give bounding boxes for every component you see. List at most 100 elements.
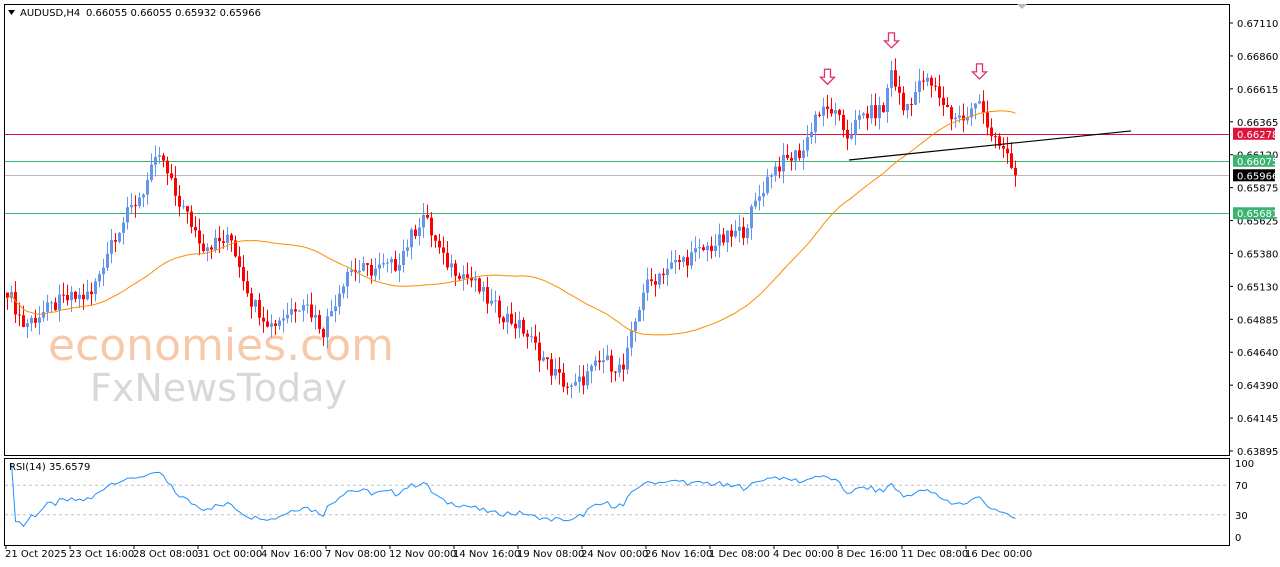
candle-body	[318, 314, 321, 330]
x-tick-label: 12 Nov 00:00	[389, 549, 456, 560]
candle-body	[202, 243, 205, 252]
candle-body	[618, 364, 621, 373]
candle-body	[854, 119, 857, 135]
candle-body	[942, 97, 945, 105]
candle-body	[922, 80, 925, 82]
candle-body	[534, 336, 537, 343]
x-tick-label: 19 Nov 08:00	[517, 549, 584, 560]
candle-body	[526, 333, 529, 337]
candle-body	[882, 105, 885, 113]
candle-body	[602, 360, 605, 363]
candle-body	[550, 359, 553, 376]
rsi-tick-label: 30	[1235, 511, 1248, 522]
candle-body	[746, 228, 749, 238]
candle-body	[98, 274, 101, 282]
candle-body	[546, 357, 549, 360]
candle-body	[906, 103, 909, 111]
candle-body	[886, 87, 889, 113]
candle-body	[554, 369, 557, 376]
watermark-economies: economies.com	[48, 320, 394, 371]
candle-body	[694, 248, 697, 253]
background	[0, 0, 1280, 567]
candle-body	[358, 270, 361, 273]
candle-body	[914, 91, 917, 105]
y-tick-label: 0.66615	[1237, 85, 1278, 96]
x-tick-label: 4 Dec 00:00	[773, 549, 834, 560]
candle-body	[442, 247, 445, 253]
candle-body	[122, 222, 125, 233]
candle	[478, 277, 481, 294]
y-tick-label: 0.65130	[1237, 282, 1278, 293]
candle-body	[182, 206, 185, 208]
candle-body	[370, 264, 373, 276]
candle-body	[134, 205, 137, 207]
candle-body	[878, 105, 881, 119]
candle-body	[990, 127, 993, 137]
candle-body	[82, 294, 85, 300]
watermark: economies.com FxNewsToday	[48, 320, 394, 410]
candle-body	[170, 173, 173, 179]
candle-body	[138, 197, 141, 206]
x-tick-label: 1 Dec 08:00	[709, 549, 770, 560]
candle-body	[186, 206, 189, 212]
candle-body	[454, 263, 457, 276]
candle-body	[270, 323, 273, 327]
candle-body	[766, 176, 769, 193]
candle-body	[670, 262, 673, 269]
candle-body	[754, 200, 757, 207]
candle-body	[398, 264, 401, 271]
candle-body	[126, 207, 129, 223]
candle-body	[626, 347, 629, 370]
candle-body	[294, 309, 297, 312]
candle-body	[50, 302, 53, 304]
candle-body	[194, 226, 197, 231]
candle-body	[310, 304, 313, 318]
candle-body	[926, 77, 929, 82]
candle-body	[662, 273, 665, 276]
candle-body	[610, 355, 613, 372]
candle-body	[162, 155, 165, 161]
candle-body	[514, 323, 517, 329]
candle-body	[130, 205, 133, 208]
candle-body	[714, 245, 717, 252]
candle-body	[890, 70, 893, 88]
x-tick-label: 11 Dec 08:00	[901, 549, 968, 560]
candle-body	[434, 235, 437, 241]
candle-body	[54, 302, 57, 311]
y-tick-label: 0.64640	[1237, 348, 1278, 359]
candle-body	[1002, 145, 1005, 149]
candle-body	[258, 300, 261, 318]
x-tick-label: 21 Oct 2025	[5, 549, 67, 560]
candle-body	[394, 259, 397, 271]
candle-body	[154, 156, 157, 165]
candle-body	[770, 175, 773, 177]
candle-body	[654, 281, 657, 285]
candle-body	[594, 360, 597, 366]
x-tick-label: 26 Nov 16:00	[645, 549, 712, 560]
candle-body	[866, 113, 869, 119]
candle-body	[230, 234, 233, 241]
candle-body	[278, 320, 281, 326]
candle-body	[742, 226, 745, 238]
candle-body	[566, 386, 569, 388]
candle-body	[974, 103, 977, 109]
candle-body	[570, 385, 573, 387]
candle-body	[246, 281, 249, 294]
rsi-tick-label: 100	[1235, 459, 1254, 470]
candle-body	[502, 317, 505, 323]
chart-canvas[interactable]: economies.com FxNewsToday 0.67110 0.66860…	[0, 0, 1280, 567]
candle-body	[386, 262, 389, 264]
candle-body	[382, 262, 385, 265]
candle-body	[222, 241, 225, 243]
candle-body	[266, 321, 269, 327]
candle-body	[218, 237, 221, 242]
candle-body	[542, 357, 545, 361]
candle-body	[14, 291, 17, 315]
candle-body	[858, 115, 861, 120]
candle-body	[934, 85, 937, 87]
x-tick-label: 4 Nov 16:00	[261, 549, 322, 560]
price-tag-label: 0.65681	[1237, 209, 1278, 220]
candle-body	[366, 263, 369, 265]
candle-body	[630, 330, 633, 348]
candle-body	[642, 292, 645, 310]
